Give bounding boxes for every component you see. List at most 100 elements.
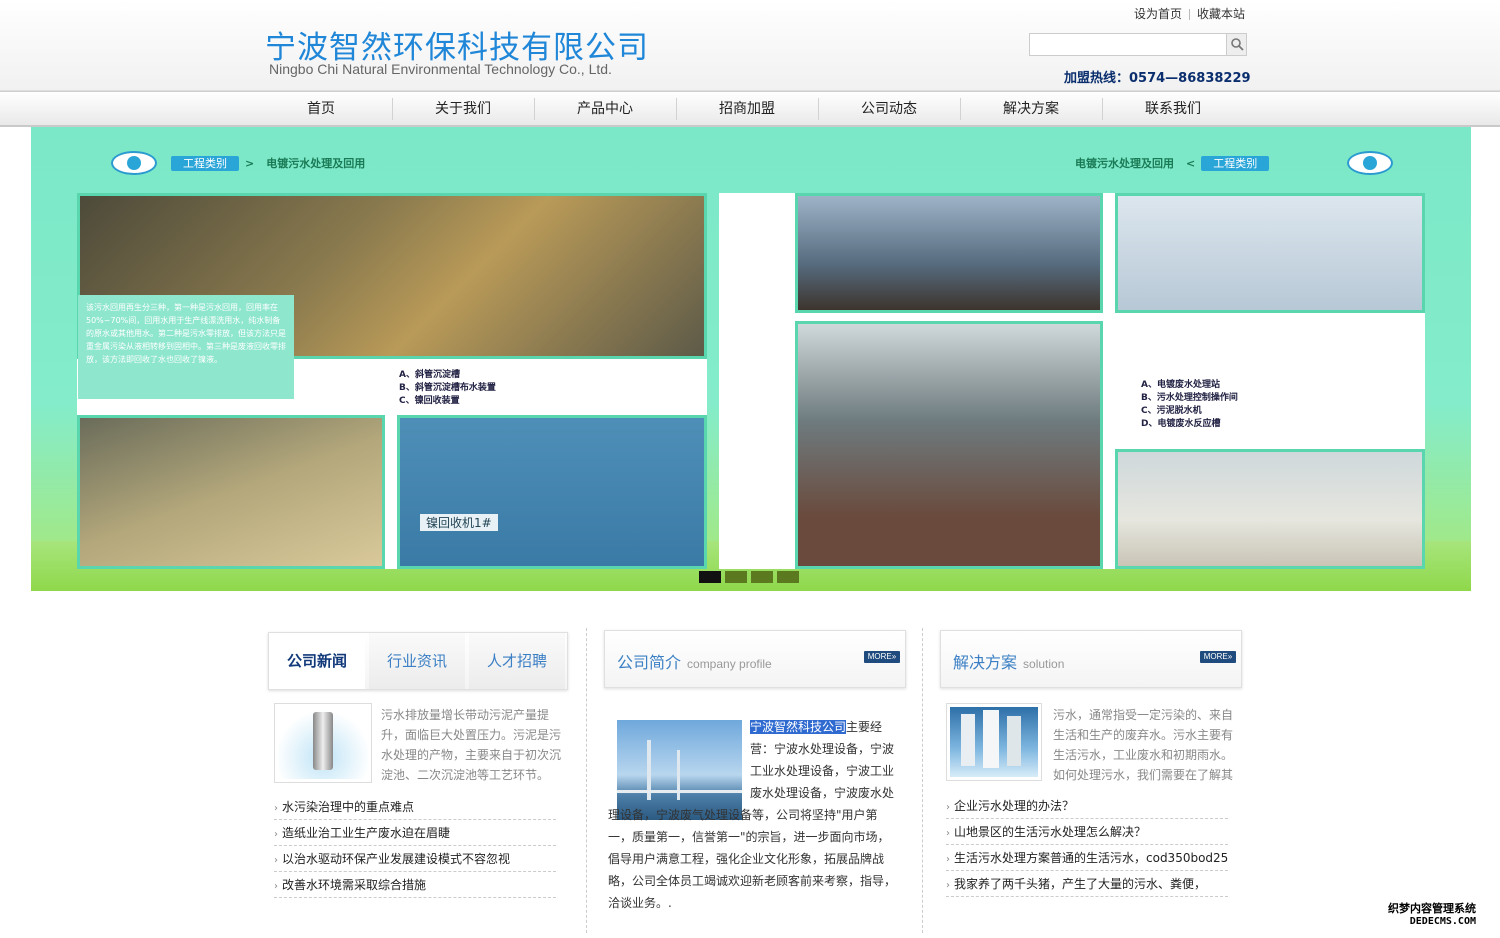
list-item-text: 水污染治理中的重点难点 (282, 800, 415, 814)
top-links: 设为首页 收藏本站 (1134, 5, 1245, 22)
column-divider (586, 628, 587, 933)
search-icon (1231, 38, 1244, 51)
list-item-text: 企业污水处理的办法？ (954, 799, 1075, 813)
tag-pill: 工程类别 (171, 156, 239, 171)
nav-item-products[interactable]: 产品中心 (534, 92, 676, 126)
list-item[interactable]: › 水污染治理中的重点难点 (274, 794, 556, 820)
arrow-icon: › (946, 880, 950, 891)
slider-dot[interactable] (751, 571, 773, 583)
arrow-icon: › (274, 855, 278, 866)
news-list: › 水污染治理中的重点难点 › 造纸业治工业生产废水迫在眉睫 › 以治水驱动环保产业发… (274, 794, 556, 898)
banner-tag-left: 工程类别 > 电镀污水处理及回用 (171, 156, 371, 171)
arrow-icon: › (274, 803, 278, 814)
nav-item-home[interactable]: 首页 (250, 92, 392, 126)
slider-dot[interactable] (777, 571, 799, 583)
caption-line: D、电镀废水反应槽 (1141, 419, 1221, 429)
more-button[interactable]: MORE» (864, 651, 900, 663)
nav-item-solutions[interactable]: 解决方案 (960, 92, 1102, 126)
slider-dot[interactable] (725, 571, 747, 583)
slider-dots (699, 571, 803, 586)
banner-captions-left: A、斜管沉淀槽 B、斜管沉淀槽布水装置 C、镍回收装置 (399, 369, 496, 408)
list-item-text: 山地景区的生活污水处理怎么解决？ (954, 825, 1147, 839)
machine-label: 镍回收机1# (420, 514, 498, 531)
nav-item-contact[interactable]: 联系我们 (1102, 92, 1244, 126)
list-item[interactable]: › 生活污水处理方案普通的生活污水，cod350bod250， (946, 845, 1228, 871)
profile-title-text: 公司简介 (617, 653, 682, 672)
eye-logo-icon (111, 151, 157, 175)
divider (1189, 9, 1191, 20)
profile-title: 公司简介 company profile (617, 649, 772, 673)
set-homepage-link[interactable]: 设为首页 (1134, 7, 1182, 21)
caption-line: B、污水处理控制操作间 (1141, 393, 1238, 403)
solution-list: › 企业污水处理的办法？ › 山地景区的生活污水处理怎么解决？ › 生活污水处理方案普… (946, 793, 1228, 897)
tag-text: > (245, 157, 255, 170)
solution-header: 解决方案 solution MORE» (940, 630, 1242, 688)
list-item-text: 生活污水处理方案普通的生活污水，cod350bod250， (954, 851, 1228, 865)
list-item[interactable]: › 改善水环境需采取综合措施 (274, 872, 556, 898)
banner-page-right: A、电镀废水处理站 B、污水处理控制操作间 C、污泥脱水机 D、电镀废水反应槽 (719, 193, 1425, 569)
list-item-text: 改善水环境需采取综合措施 (282, 878, 427, 892)
caption-line: C、镍回收装置 (399, 396, 460, 406)
arrow-icon: › (274, 829, 278, 840)
list-item-text: 以治水驱动环保产业发展建设模式不容忽视 (282, 852, 511, 866)
eye-logo-icon (1347, 151, 1393, 175)
tab-jobs[interactable]: 人才招聘 (469, 633, 565, 689)
float-spacer (608, 716, 750, 804)
list-item[interactable]: › 以治水驱动环保产业发展建设模式不容忽视 (274, 846, 556, 872)
water-dispenser-image (950, 707, 1038, 777)
news-thumbnail[interactable] (274, 703, 372, 783)
banner-tag-right: 电镀污水处理及回用 < 工程类别 (1069, 156, 1270, 171)
banner-photo (795, 321, 1103, 569)
solution-title-text: 解决方案 (953, 653, 1018, 672)
arrow-icon: › (946, 828, 950, 839)
watermark-line: 织梦内容管理系统 (1388, 902, 1476, 915)
main-nav: 首页 关于我们 产品中心 招商加盟 公司动态 解决方案 联系我们 (0, 91, 1500, 127)
banner-captions-right: A、电镀废水处理站 B、污水处理控制操作间 C、污泥脱水机 D、电镀废水反应槽 (1141, 379, 1238, 431)
banner-photo (795, 193, 1103, 313)
caption-line: A、电镀废水处理站 (1141, 380, 1220, 390)
list-item[interactable]: › 企业污水处理的办法？ (946, 793, 1228, 819)
profile-header: 公司简介 company profile MORE» (604, 630, 906, 688)
tag-text: 电镀污水处理及回用 (266, 157, 366, 170)
search-button[interactable] (1226, 34, 1246, 55)
company-name-en: Ningbo Chi Natural Environmental Technol… (269, 61, 612, 77)
nav-item-news[interactable]: 公司动态 (818, 92, 960, 126)
arrow-icon: › (946, 802, 950, 813)
profile-text: 宁波智然科技公司主要经营：宁波水处理设备，宁波工业水处理设备，宁波工业废水处理设… (608, 716, 898, 914)
tab-company-news[interactable]: 公司新闻 (269, 633, 365, 689)
bookmark-link[interactable]: 收藏本站 (1197, 7, 1245, 21)
list-item[interactable]: › 我家养了两千头猪，产生了大量的污水、粪便， (946, 871, 1228, 897)
tag-text: 电镀污水处理及回用 (1075, 157, 1174, 170)
banner-note: 该污水回用再生分三种，第一种是污水回用，回用率在50%~70%间，回用水用于生产… (78, 295, 294, 399)
banner-photo (77, 415, 385, 569)
caption-line: B、斜管沉淀槽布水装置 (399, 383, 496, 393)
hotline: 加盟热线：0574—86838229 (1064, 71, 1251, 86)
company-highlight[interactable]: 宁波智然科技公司 (750, 720, 847, 734)
search-input[interactable] (1030, 34, 1226, 55)
tab-industry-news[interactable]: 行业资讯 (369, 633, 465, 689)
slider-dot[interactable] (699, 571, 721, 583)
watermark-line: DEDECMS.COM (1409, 916, 1476, 927)
news-intro: 污水排放量增长带动污泥产量提升，面临巨大处置压力。污泥是污水处理的产物，主要来自… (381, 708, 562, 782)
tag-pill: 工程类别 (1201, 156, 1270, 171)
profile-subtitle: company profile (687, 657, 772, 671)
banner-photo (1115, 193, 1425, 313)
banner-slider[interactable]: 工程类别 > 电镀污水处理及回用 电镀污水处理及回用 < 工程类别 镍回收机1# A、斜… (31, 127, 1471, 591)
solution-title: 解决方案 solution (953, 649, 1064, 673)
list-item-text: 造纸业治工业生产废水迫在眉睫 (282, 826, 451, 840)
solution-subtitle: solution (1023, 657, 1065, 671)
search-box (1029, 33, 1247, 56)
news-tabs: 公司新闻 行业资讯 人才招聘 (268, 632, 568, 690)
nav-item-about[interactable]: 关于我们 (392, 92, 534, 126)
nav-item-franchise[interactable]: 招商加盟 (676, 92, 818, 126)
more-button[interactable]: MORE» (1200, 651, 1236, 663)
column-divider (922, 628, 923, 933)
caption-line: C、污泥脱水机 (1141, 406, 1202, 416)
caption-line: A、斜管沉淀槽 (399, 370, 460, 380)
arrow-icon: › (274, 881, 278, 892)
solution-thumbnail[interactable] (946, 703, 1042, 781)
site-header: 宁波智然环保科技有限公司 Ningbo Chi Natural Environm… (0, 0, 1500, 91)
list-item[interactable]: › 造纸业治工业生产废水迫在眉睫 (274, 820, 556, 846)
banner-photo: 镍回收机1# (397, 415, 707, 569)
list-item[interactable]: › 山地景区的生活污水处理怎么解决？ (946, 819, 1228, 845)
